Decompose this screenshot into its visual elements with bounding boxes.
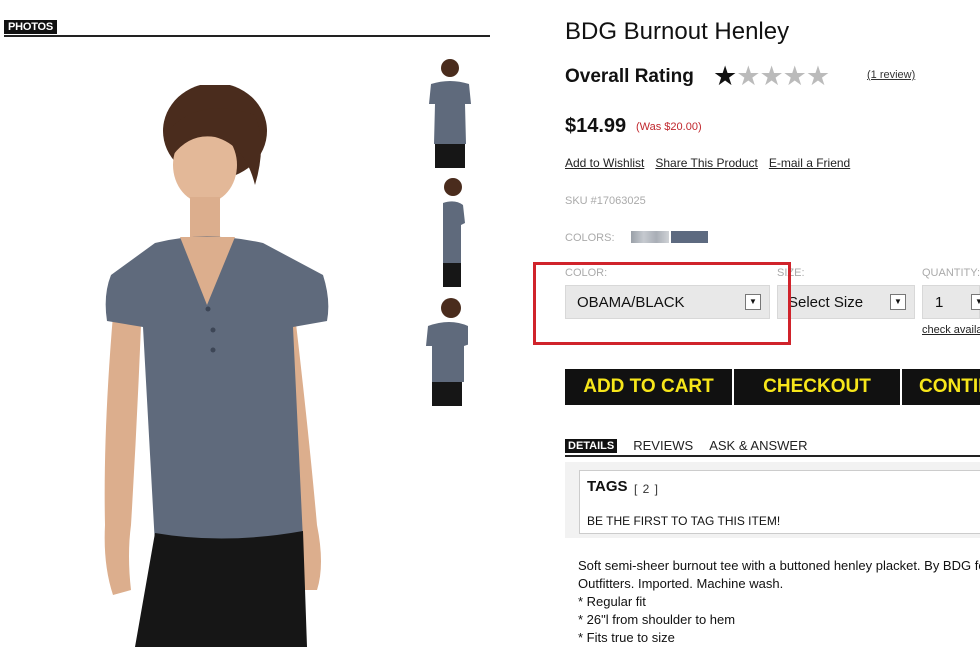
tags-count[interactable]: [ 2 ] xyxy=(634,482,659,496)
continue-shopping-button[interactable]: CONTINUE xyxy=(902,369,980,405)
photos-section-label: PHOTOS xyxy=(4,20,58,34)
dropdown-arrow-icon: ▼ xyxy=(971,294,980,310)
rating-stars[interactable]: ★★★★★ xyxy=(713,61,830,91)
size-select-value: Select Size xyxy=(788,293,864,311)
color-swatch-light[interactable] xyxy=(631,231,669,243)
tabs-divider xyxy=(565,455,980,457)
tab-details[interactable]: DETAILS xyxy=(565,438,618,453)
product-description: Soft semi-sheer burnout tee with a butto… xyxy=(578,557,980,647)
colors-label: COLORS: xyxy=(565,232,615,244)
tags-note: BE THE FIRST TO TAG THIS ITEM! xyxy=(587,514,781,528)
quantity-select-value: 1 xyxy=(935,293,944,311)
checkout-button[interactable]: CHECKOUT xyxy=(734,369,900,405)
add-to-wishlist-link[interactable]: Add to Wishlist xyxy=(565,156,644,170)
description-line: Soft semi-sheer burnout tee with a butto… xyxy=(578,558,980,573)
star-empty-icon: ★ xyxy=(736,61,760,91)
product-action-links: Add to Wishlist Share This Product E-mai… xyxy=(565,156,850,170)
share-product-link[interactable]: Share This Product xyxy=(655,156,758,170)
product-title: BDG Burnout Henley xyxy=(565,18,790,45)
sku-number: SKU #17063025 xyxy=(565,195,646,207)
thumbnail-side[interactable] xyxy=(425,175,475,290)
product-tabs: DETAILS REVIEWS ASK & ANSWER xyxy=(565,438,807,453)
overall-rating-label: Overall Rating xyxy=(565,66,694,87)
was-price: (Was $20.00) xyxy=(636,121,702,133)
tab-ask-answer[interactable]: ASK & ANSWER xyxy=(709,438,807,453)
check-availability-link[interactable]: check availability xyxy=(922,324,980,336)
thumbnail-front[interactable] xyxy=(425,56,475,171)
star-filled-icon: ★ xyxy=(713,61,737,91)
tags-title: TAGS xyxy=(587,478,628,495)
color-swatch-dark[interactable] xyxy=(671,231,708,243)
description-line: * Fits true to size xyxy=(578,630,675,645)
thumbnail-back[interactable] xyxy=(418,294,468,409)
color-highlight-box xyxy=(533,262,791,345)
photos-divider xyxy=(4,35,490,37)
tab-reviews[interactable]: REVIEWS xyxy=(633,438,693,453)
add-to-cart-button[interactable]: ADD TO CART xyxy=(565,369,732,405)
main-product-photo[interactable] xyxy=(95,85,345,647)
email-friend-link[interactable]: E-mail a Friend xyxy=(769,156,850,170)
description-line: * 26"l from shoulder to hem xyxy=(578,612,736,627)
star-empty-icon: ★ xyxy=(759,61,783,91)
review-count-link[interactable]: (1 review) xyxy=(867,69,915,81)
price: $14.99 xyxy=(565,115,627,137)
dropdown-arrow-icon: ▼ xyxy=(890,294,906,310)
quantity-select[interactable]: 1 ▼ xyxy=(922,285,980,319)
quantity-select-label: QUANTITY: xyxy=(922,267,980,279)
size-select[interactable]: Select Size ▼ xyxy=(777,285,915,319)
star-empty-icon: ★ xyxy=(805,61,830,91)
description-line: Outfitters. Imported. Machine wash. xyxy=(578,576,784,591)
star-empty-icon: ★ xyxy=(782,61,807,91)
description-line: * Regular fit xyxy=(578,594,646,609)
